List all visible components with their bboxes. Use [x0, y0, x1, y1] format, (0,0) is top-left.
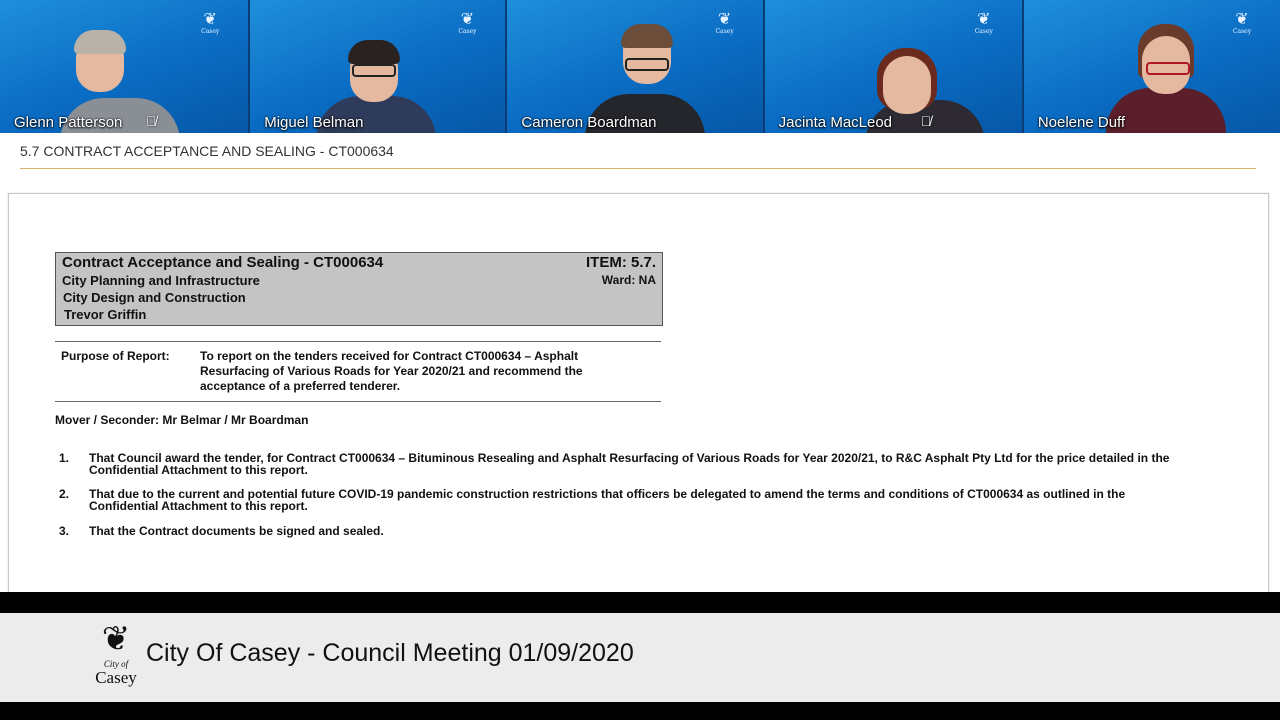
- participant-tile[interactable]: ❦ Casey Cameron Boardman: [507, 0, 765, 133]
- resolution-text: That Council award the tender, for Contr…: [89, 451, 1170, 477]
- officer-label: Trevor Griffin: [64, 307, 147, 322]
- participant-name: Jacinta MacLeod: [778, 114, 893, 131]
- document-pane: Contract Acceptance and Sealing - CT0006…: [8, 193, 1269, 593]
- resolution-number: 3.: [59, 524, 70, 538]
- mic-off-icon: 🎙̸: [920, 113, 932, 129]
- city-of-casey-logo-icon: ❦ City of Casey: [95, 619, 137, 687]
- branch-label: City Design and Construction: [63, 290, 246, 305]
- resolution-item: 2. That due to the current and potential…: [55, 488, 1195, 516]
- purpose-label: Purpose of Report:: [61, 349, 170, 363]
- mic-off-icon: 🎙̸: [146, 113, 157, 129]
- report-header-box: Contract Acceptance and Sealing - CT0006…: [55, 252, 663, 326]
- letterbox-bar: [0, 702, 1280, 720]
- agenda-item-title: 5.7 CONTRACT ACCEPTANCE AND SEALING - CT…: [20, 142, 1256, 169]
- resolution-text: That the Contract documents be signed an…: [89, 524, 384, 538]
- purpose-text: To report on the tenders received for Co…: [200, 349, 583, 393]
- participant-name: Cameron Boardman: [521, 114, 657, 131]
- ward-label: Ward: NA: [601, 273, 656, 287]
- meeting-banner: ❦ City of Casey City Of Casey - Council …: [0, 613, 1280, 702]
- resolution-item: 1. That Council award the tender, for Co…: [55, 452, 1195, 480]
- resolution-number: 2.: [59, 487, 70, 501]
- participant-tile[interactable]: ❦ Casey Jacinta MacLeod 🎙̸: [764, 0, 1024, 133]
- meeting-title: City Of Casey - Council Meeting 01/09/20…: [146, 639, 634, 667]
- participant-name: Miguel Belman: [264, 114, 364, 131]
- participant-tile[interactable]: ❦ Casey Glenn Patterson 🎙̸: [0, 0, 251, 133]
- participant-tile[interactable]: ❦ Casey Noelene Duff: [1023, 0, 1280, 133]
- participant-name: Glenn Patterson: [14, 114, 123, 131]
- report-heading: Contract Acceptance and Sealing - CT0006…: [62, 254, 384, 271]
- item-number: ITEM: 5.7.: [585, 254, 656, 271]
- letterbox-bar: [0, 592, 1280, 613]
- purpose-section: Purpose of Report: To report on the tend…: [55, 341, 661, 402]
- participant-strip: ❦ Casey Glenn Patterson 🎙̸ ❦ Casey Miguel …: [0, 0, 1280, 133]
- participant-name: Noelene Duff: [1037, 114, 1126, 131]
- resolution-number: 1.: [59, 451, 70, 465]
- resolution-text: That due to the current and potential fu…: [89, 487, 1126, 513]
- mover-seconder: Mover / Seconder: Mr Belmar / Mr Boardma…: [55, 413, 309, 427]
- department-label: City Planning and Infrastructure: [62, 273, 260, 288]
- resolution-item: 3. That the Contract documents be signed…: [55, 525, 1195, 539]
- participant-tile[interactable]: ❦ Casey Miguel Belman: [250, 0, 508, 133]
